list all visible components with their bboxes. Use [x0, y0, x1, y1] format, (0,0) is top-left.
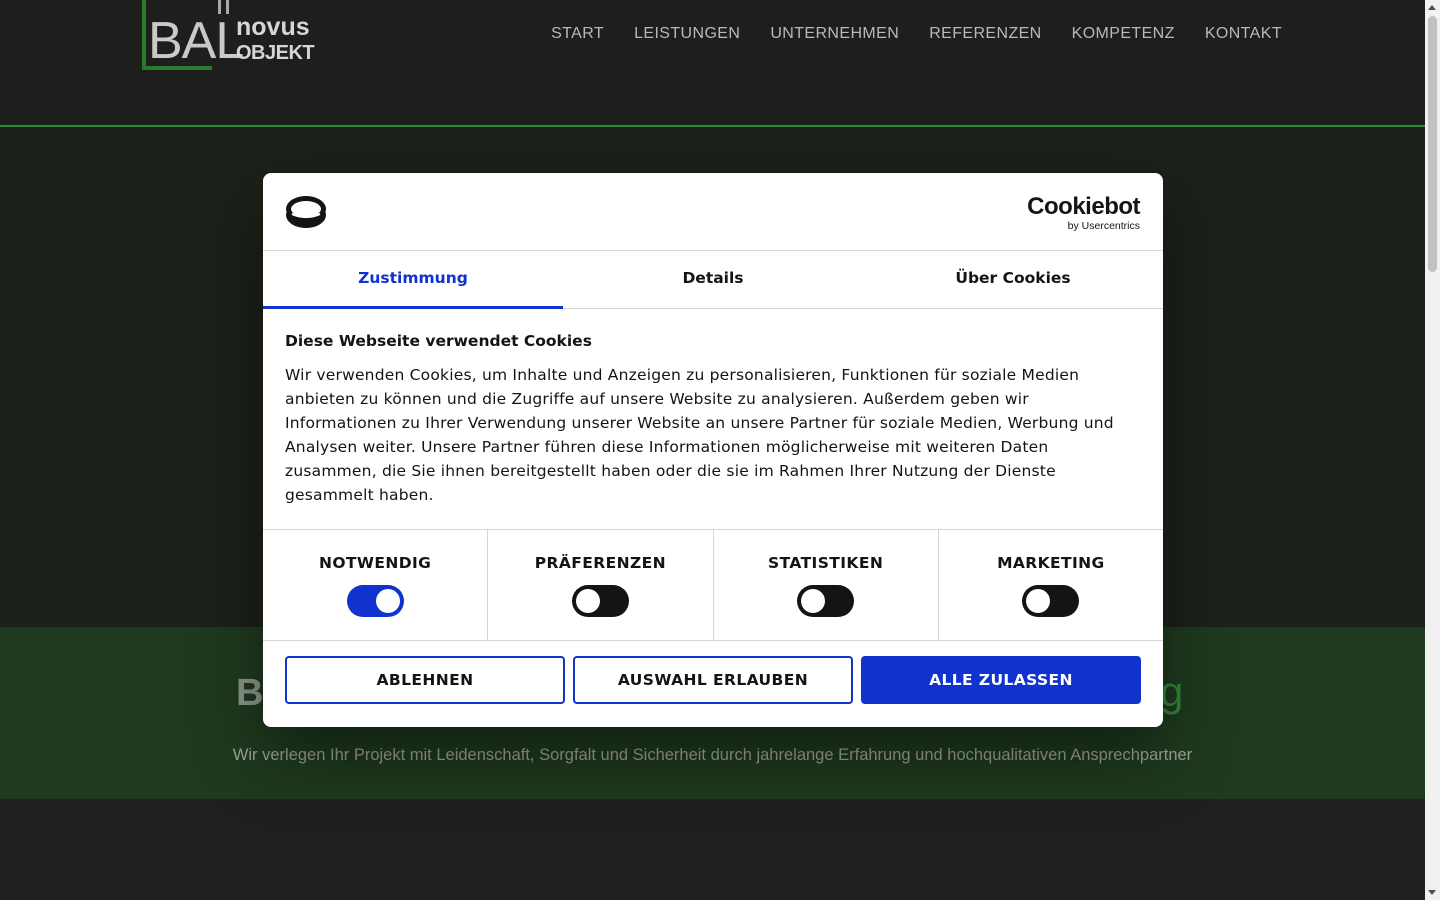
consent-content: Diese Webseite verwendet Cookies Wir ver…: [285, 329, 1135, 507]
category-label: NOTWENDIG: [318, 554, 432, 572]
cookie-logo-icon: [286, 196, 326, 228]
nav-kontakt[interactable]: KONTAKT: [1205, 22, 1282, 46]
toggle-notwendig[interactable]: [346, 585, 404, 617]
consent-categories: NOTWENDIG PRÄFERENZEN STATISTIKEN MARKET…: [263, 529, 1163, 641]
category-label: MARKETING: [997, 554, 1105, 572]
tab-ueber-cookies[interactable]: Über Cookies: [863, 251, 1163, 308]
band-subtitle: Wir verlegen Ihr Projekt mit Leidenschaf…: [232, 746, 1193, 764]
nav-unternehmen[interactable]: UNTERNEHMEN: [770, 22, 899, 46]
category-praeferenzen: PRÄFERENZEN: [487, 530, 712, 640]
scroll-up-icon[interactable]: [1428, 5, 1436, 10]
allow-all-button[interactable]: ALLE ZULASSEN: [861, 656, 1141, 704]
logo-text-top: novus: [236, 13, 310, 41]
consent-buttons: ABLEHNEN AUSWAHL ERLAUBEN ALLE ZULASSEN: [285, 656, 1141, 704]
nav-start[interactable]: START: [551, 22, 604, 46]
consent-body-text: Wir verwenden Cookies, um Inhalte und An…: [285, 366, 1114, 504]
nav-kompetenz[interactable]: KOMPETENZ: [1072, 22, 1175, 46]
decline-button[interactable]: ABLEHNEN: [285, 656, 565, 704]
toggle-knob: [575, 589, 600, 613]
cookiebot-brand[interactable]: Cookiebot by Usercentrics: [1027, 193, 1140, 233]
category-label: STATISTIKEN: [768, 554, 884, 572]
toggle-statistiken[interactable]: [797, 585, 855, 617]
category-label: PRÄFERENZEN: [534, 554, 666, 572]
category-statistiken: STATISTIKEN: [712, 530, 938, 640]
category-notwendig: NOTWENDIG: [263, 530, 487, 640]
brand-byline: by Usercentrics: [1067, 220, 1140, 232]
nav-referenzen[interactable]: REFERENZEN: [929, 22, 1041, 46]
toggle-knob: [375, 589, 400, 613]
toggle-praeferenzen[interactable]: [571, 585, 629, 617]
logo-text-big: BAL: [148, 12, 244, 70]
toggle-knob: [1026, 589, 1051, 613]
dialog-tabs: Zustimmung Details Über Cookies: [263, 251, 1163, 309]
brand-name: Cookiebot: [1027, 193, 1140, 220]
toggle-marketing[interactable]: [1022, 585, 1080, 617]
band-title-right: g: [1160, 668, 1184, 715]
nav-leistungen[interactable]: LEISTUNGEN: [634, 22, 740, 46]
site-header: BAL novus OBJEKT START LEISTUNGEN UNTERN…: [0, 0, 1425, 127]
scroll-down-icon[interactable]: [1428, 890, 1436, 895]
main-nav: START LEISTUNGEN UNTERNEHMEN REFERENZEN …: [551, 22, 1282, 46]
tab-details[interactable]: Details: [563, 251, 863, 308]
tab-zustimmung[interactable]: Zustimmung: [263, 251, 563, 309]
scrollbar-thumb[interactable]: [1428, 16, 1437, 272]
band-title-left: B: [236, 672, 264, 714]
page-scrollbar[interactable]: [1425, 0, 1440, 900]
cookie-consent-dialog: Cookiebot by Usercentrics Zustimmung Det…: [263, 173, 1163, 727]
consent-heading: Diese Webseite verwendet Cookies: [285, 332, 592, 350]
logo-text-bottom: OBJEKT: [236, 42, 315, 64]
dialog-header: Cookiebot by Usercentrics: [263, 173, 1163, 251]
category-marketing: MARKETING: [937, 530, 1163, 640]
site-logo[interactable]: BAL novus OBJEKT: [142, 0, 315, 72]
allow-selection-button[interactable]: AUSWAHL ERLAUBEN: [573, 656, 853, 704]
toggle-knob: [801, 589, 826, 613]
